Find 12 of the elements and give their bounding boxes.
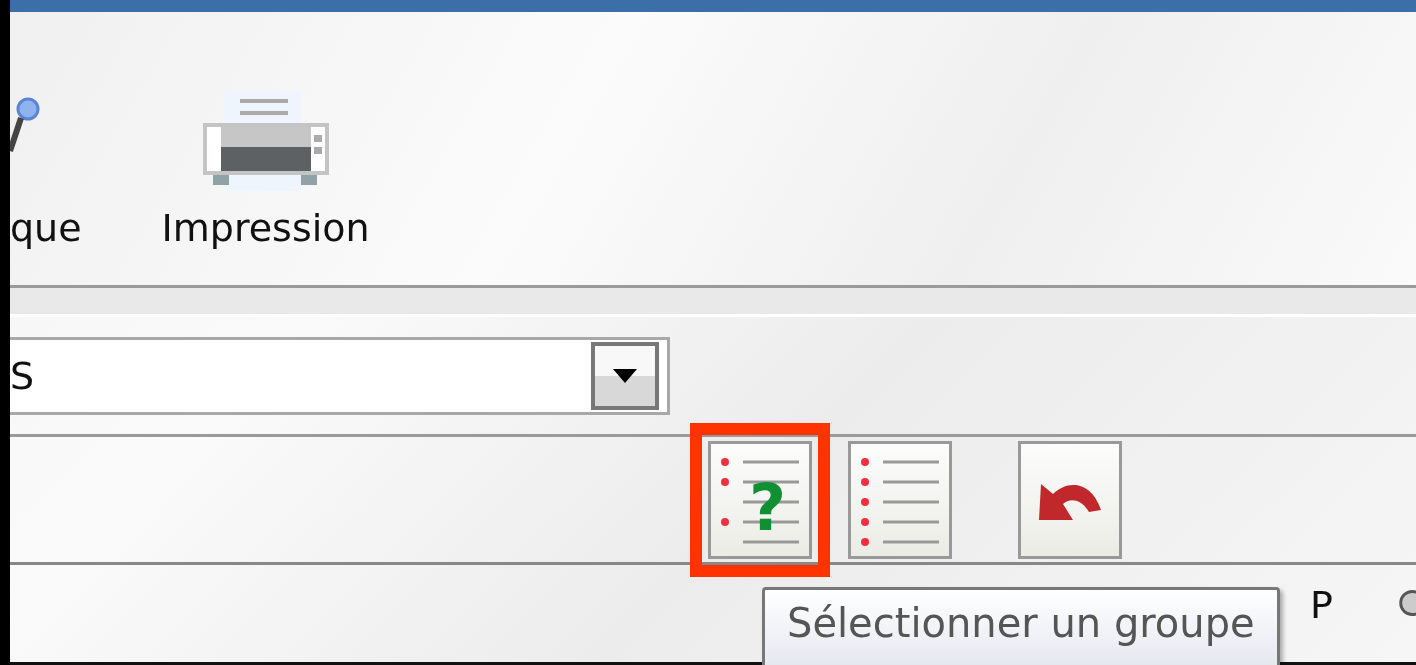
toolbar-button[interactable] <box>848 440 952 559</box>
printer-icon <box>200 91 331 191</box>
dropdown-arrow-button[interactable] <box>591 341 659 410</box>
caret-icon <box>613 368 637 383</box>
question-mark: ? <box>749 470 787 545</box>
toolbar-button[interactable]: ? <box>708 440 812 559</box>
ribbon-button[interactable]: que <box>10 95 82 251</box>
dropdown[interactable]: S <box>10 336 670 415</box>
toolbar-button[interactable] <box>1018 440 1122 559</box>
tooltip: Sélectionner un groupe <box>762 587 1280 665</box>
column-header: P <box>1310 583 1333 627</box>
ribbon-button[interactable]: Impression <box>161 91 370 251</box>
